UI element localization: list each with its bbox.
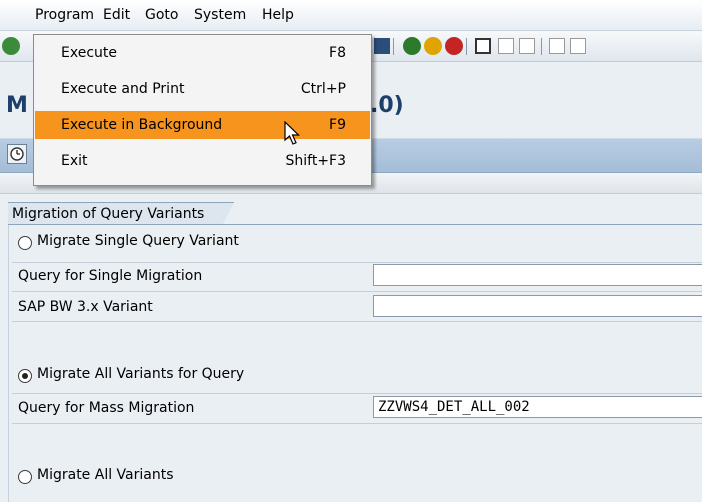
menu-item-label: Execute and Print <box>61 81 185 97</box>
menu-edit[interactable]: Edit <box>103 7 130 23</box>
menu-item-exit[interactable]: Exit Shift+F3 <box>35 147 370 175</box>
menu-item-shortcut: F8 <box>329 45 346 61</box>
program-menu-dropdown: Execute F8 Execute and Print Ctrl+P Exec… <box>33 34 372 186</box>
find-icon[interactable] <box>498 38 514 54</box>
print-icon[interactable] <box>475 38 491 54</box>
first-page-icon[interactable] <box>549 38 565 54</box>
menu-item-shortcut: Ctrl+P <box>300 81 346 97</box>
save-icon[interactable] <box>374 38 390 54</box>
mouse-cursor-icon <box>284 121 300 145</box>
back-icon[interactable] <box>403 37 421 55</box>
bw-variant-label: SAP BW 3.x Variant <box>18 299 153 315</box>
page-title: M <box>6 93 28 118</box>
radio-migrate-all[interactable] <box>18 470 32 484</box>
row-divider <box>12 291 702 292</box>
bw-variant-input[interactable] <box>373 295 702 317</box>
exit-icon[interactable] <box>424 37 442 55</box>
group-box-title: Migration of Query Variants <box>8 202 234 225</box>
enter-icon[interactable] <box>2 37 20 55</box>
row-divider <box>12 393 702 394</box>
group-box-line <box>8 224 702 225</box>
row-divider <box>12 262 702 263</box>
radio-migrate-all-label: Migrate All Variants <box>37 467 174 483</box>
radio-migrate-all-for-query[interactable] <box>18 369 32 383</box>
row-divider <box>12 423 702 424</box>
menu-item-label: Execute <box>61 45 117 61</box>
radio-selected-dot <box>22 373 28 379</box>
execute-clock-button[interactable] <box>7 144 27 164</box>
toolbar-separator <box>541 38 542 55</box>
toolbar-separator <box>466 38 467 55</box>
query-mass-input[interactable]: ZZVWS4_DET_ALL_002 <box>373 396 702 418</box>
menu-item-execute-in-background[interactable]: Execute in Background F9 <box>35 111 370 139</box>
menu-item-execute-and-print[interactable]: Execute and Print Ctrl+P <box>35 75 370 103</box>
menu-goto[interactable]: Goto <box>145 7 178 23</box>
previous-page-icon[interactable] <box>570 38 586 54</box>
radio-migrate-single[interactable] <box>18 236 32 250</box>
find-next-icon[interactable] <box>519 38 535 54</box>
toolbar-separator <box>393 38 394 55</box>
query-single-label: Query for Single Migration <box>18 268 203 284</box>
menu-item-label: Exit <box>61 153 88 169</box>
clock-icon <box>10 147 24 161</box>
menu-item-shortcut: F9 <box>329 117 346 133</box>
page-title-end: .0) <box>370 93 404 118</box>
menu-item-execute[interactable]: Execute F8 <box>35 39 370 67</box>
radio-migrate-single-label: Migrate Single Query Variant <box>37 233 239 249</box>
group-border <box>8 202 9 502</box>
query-single-input[interactable] <box>373 264 702 286</box>
menu-bar: Program Edit Goto System Help <box>0 0 702 31</box>
cancel-icon[interactable] <box>445 37 463 55</box>
radio-migrate-all-for-query-label: Migrate All Variants for Query <box>37 366 245 382</box>
query-mass-label: Query for Mass Migration <box>18 400 195 416</box>
menu-item-shortcut: Shift+F3 <box>285 153 346 169</box>
row-divider <box>12 321 702 322</box>
menu-program[interactable]: Program <box>35 7 94 23</box>
menu-help[interactable]: Help <box>262 7 294 23</box>
menu-system[interactable]: System <box>194 7 246 23</box>
menu-item-label: Execute in Background <box>61 117 223 133</box>
